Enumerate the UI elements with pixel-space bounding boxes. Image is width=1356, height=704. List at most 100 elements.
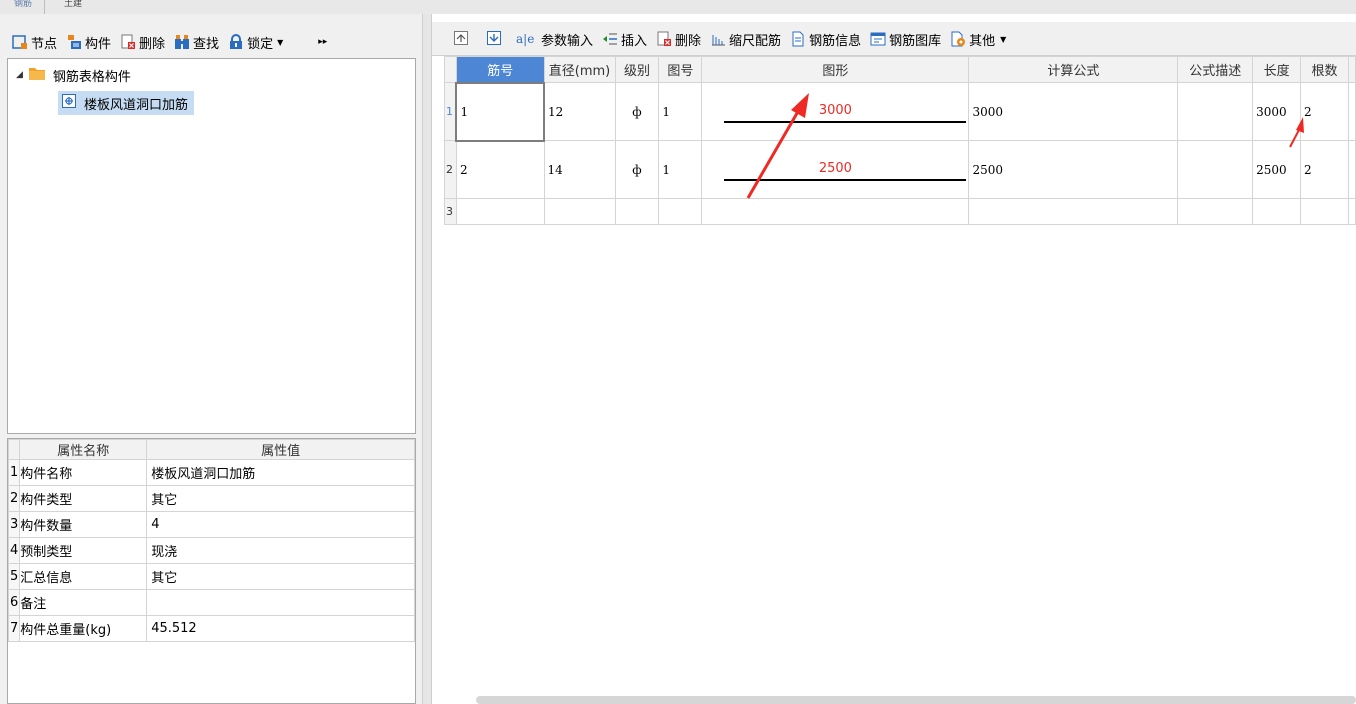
component-node-icon [62, 94, 76, 112]
rebar-info-button[interactable]: 钢筋信息 [790, 30, 861, 49]
property-row[interactable]: 2 构件类型 其它 [7, 485, 415, 512]
tree-root[interactable]: ◢ 钢筋表格构件 [16, 64, 131, 86]
overflow-icon: ▸▸ [318, 37, 328, 47]
grid-header-bar-no[interactable]: 筋号 [455, 56, 545, 83]
grid-cell-shape-no[interactable]: 1 [658, 82, 703, 141]
grid-cell-count[interactable]: 2 [1300, 140, 1349, 199]
tree-item-label: 楼板风道洞口加筋 [84, 97, 189, 113]
grid-cell-empty[interactable] [1177, 198, 1254, 225]
grid-cell-diameter[interactable]: 12 [543, 82, 616, 141]
grid-header-length[interactable]: 长度 [1252, 56, 1302, 83]
move-down-button[interactable] [487, 31, 506, 47]
grid-cell-empty[interactable] [1252, 198, 1302, 225]
delete-label: 删除 [139, 36, 166, 52]
grid-cell-empty[interactable] [658, 198, 703, 225]
chevron-down-icon: ▼ [277, 37, 284, 47]
insert-button[interactable]: 插入 [602, 30, 647, 49]
grid-cell-formula-desc[interactable] [1177, 140, 1254, 199]
shape-dimension-label: 2500 [818, 161, 852, 176]
grid-cell-grade[interactable]: ф [614, 140, 660, 199]
property-row-num: 1 [7, 459, 21, 486]
pane-splitter[interactable] [422, 14, 432, 704]
grid-row[interactable]: 1 1 12 ф 1 3000 3000 3000 2 [444, 81, 1356, 142]
grid-row-empty[interactable]: 3 [444, 198, 1356, 225]
grid-cell-empty[interactable] [701, 198, 970, 225]
node-button[interactable]: 节点 [12, 33, 57, 52]
property-name: 构件总重量(kg) [19, 615, 148, 642]
grid-cell-length[interactable]: 3000 [1252, 82, 1302, 141]
property-row[interactable]: 4 预制类型 现浇 [7, 537, 415, 564]
insert-icon [602, 31, 618, 47]
grid-cell-formula[interactable]: 2500 [968, 140, 1179, 199]
property-row[interactable]: 3 构件数量 4 [7, 511, 415, 538]
chevron-down-icon: ▼ [1000, 34, 1007, 44]
rebar-toolbar: a|e 参数输入 插入 删除 缩尺配筋 钢筋信息 钢筋图库 其他 ▼ [432, 22, 1356, 56]
grid-header-grade[interactable]: 级别 [614, 56, 660, 83]
left-toolbar: 节点 构件 删除 查找 锁定 ▼ ▸▸ [12, 26, 336, 58]
delete-button[interactable]: 删除 [120, 33, 165, 52]
binoculars-icon [174, 34, 190, 50]
property-header-row: 属性名称 属性值 [7, 439, 415, 460]
tree-item-selected[interactable]: 楼板风道洞口加筋 [58, 91, 195, 115]
library-icon [870, 31, 886, 47]
grid-cell-count[interactable]: 2 [1300, 82, 1349, 141]
grid-header-diameter[interactable]: 直径(mm) [543, 56, 616, 83]
find-label: 查找 [193, 36, 220, 52]
grid-cell-empty[interactable] [543, 198, 616, 225]
component-button[interactable]: 构件 [66, 33, 111, 52]
scale-rebar-button[interactable]: 缩尺配筋 [710, 30, 781, 49]
grid-cell-bar-no[interactable]: 1 [455, 81, 546, 142]
grid-cell-empty[interactable] [455, 198, 545, 225]
grid-cell-formula-desc[interactable] [1177, 82, 1254, 141]
other-button[interactable]: 其他 ▼ [950, 30, 1006, 49]
property-row[interactable]: 5 汇总信息 其它 [7, 563, 415, 590]
property-name: 预制类型 [19, 537, 148, 564]
grid-header-count[interactable]: 根数 [1300, 56, 1349, 83]
component-tree: ◢ 钢筋表格构件 楼板风道洞口加筋 [7, 58, 416, 434]
property-row[interactable]: 1 构件名称 楼板风道洞口加筋 [7, 459, 415, 486]
grid-cell-grade[interactable]: ф [614, 82, 660, 141]
rebar-info-label: 钢筋信息 [809, 33, 862, 49]
grid-cell-shape[interactable]: 3000 [701, 82, 970, 141]
property-row[interactable]: 7 构件总重量(kg) 45.512 [7, 615, 415, 642]
property-value[interactable]: 楼板风道洞口加筋 [146, 459, 415, 486]
property-value[interactable]: 45.512 [146, 615, 415, 642]
grid-cell-formula[interactable]: 3000 [968, 82, 1179, 141]
rebar-delete-button[interactable]: 删除 [656, 30, 701, 49]
property-value[interactable]: 现浇 [146, 537, 415, 564]
tab-rebar[interactable]: 钢筋 [14, 0, 44, 8]
grid-cell-length[interactable]: 2500 [1252, 140, 1302, 199]
grid-cell-empty[interactable] [968, 198, 1179, 225]
grid-cell-shape-no[interactable]: 1 [658, 140, 703, 199]
expand-triangle-icon[interactable]: ◢ [16, 70, 23, 80]
grid-cell-empty[interactable] [1300, 198, 1349, 225]
param-input-button[interactable]: a|e 参数输入 [516, 30, 593, 49]
property-value[interactable] [146, 589, 415, 616]
grid-header-shape[interactable]: 图形 [701, 56, 970, 83]
grid-row-num: 2 [444, 140, 457, 199]
grid-header-shape-no[interactable]: 图号 [658, 56, 703, 83]
grid-row[interactable]: 2 2 14 ф 1 2500 2500 2500 2 [444, 140, 1356, 199]
grid-header-formula-desc[interactable]: 公式描述 [1177, 56, 1254, 83]
toolbar-overflow-button[interactable]: ▸▸ [318, 37, 327, 47]
grid-header-formula[interactable]: 计算公式 [968, 56, 1179, 83]
tab-civil[interactable]: 土建 [64, 0, 104, 8]
property-value[interactable]: 4 [146, 511, 415, 538]
property-value[interactable]: 其它 [146, 563, 415, 590]
left-pane: 节点 构件 删除 查找 锁定 ▼ ▸▸ ◢ 钢筋表格构件 楼板风道洞口加筋 属性… [0, 14, 422, 704]
move-up-button[interactable] [454, 31, 473, 47]
horizontal-scrollbar[interactable] [476, 696, 1356, 704]
tree-root-label: 钢筋表格构件 [52, 69, 131, 85]
grid-cell-bar-no[interactable]: 2 [455, 140, 545, 199]
find-button[interactable]: 查找 [174, 33, 219, 52]
lock-button[interactable]: 锁定 ▼ [228, 33, 283, 52]
grid-cell-shape[interactable]: 2500 [701, 140, 970, 199]
property-value[interactable]: 其它 [146, 485, 415, 512]
property-row[interactable]: 6 备注 [7, 589, 415, 616]
grid-row-num: 1 [444, 82, 457, 141]
property-row-num: 2 [7, 485, 21, 512]
lock-icon [228, 34, 244, 50]
rebar-library-button[interactable]: 钢筋图库 [870, 30, 941, 49]
grid-cell-empty[interactable] [614, 198, 660, 225]
grid-cell-diameter[interactable]: 14 [543, 140, 616, 199]
